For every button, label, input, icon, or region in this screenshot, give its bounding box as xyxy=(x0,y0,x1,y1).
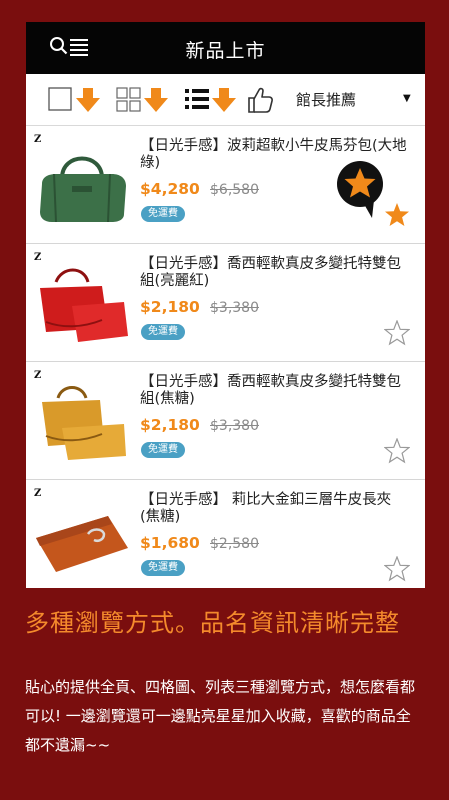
list-item[interactable]: Z 【日光手感】喬西輕軟真皮多變托特雙包組(焦糖) $2,180 $3,380 … xyxy=(26,362,425,480)
page-title: 新品上市 xyxy=(185,40,266,62)
view-toolbar: 館長推薦 ▼ xyxy=(26,74,425,126)
list-view-button[interactable] xyxy=(184,86,240,114)
product-price: $1,680 xyxy=(140,534,200,552)
app-screen: 新品上市 館長推薦 ▼ Z 【日光手感】波莉超軟小牛皮馬芬包(大地綠) $4,2… xyxy=(26,22,425,588)
single-view-icon xyxy=(48,87,72,111)
app-header: 新品上市 xyxy=(26,22,425,74)
promo-panel: 多種瀏覽方式。品名資訊清晰完整 貼心的提供全頁、四格圖、列表三種瀏覽方式，想怎麼… xyxy=(0,588,449,800)
product-name[interactable]: 【日光手感】喬西輕軟真皮多變托特雙包組(亮麗紅) xyxy=(140,256,408,290)
star-icon xyxy=(384,320,410,346)
star-icon xyxy=(384,438,410,464)
chevron-down-icon[interactable]: ▼ xyxy=(403,93,411,104)
grid-view-button[interactable] xyxy=(116,86,172,114)
list-item[interactable]: Z 【日光手感】 莉比大金釦三層牛皮長夾(焦糖) $1,680 $2,580 免… xyxy=(26,480,425,588)
grid-view-icon xyxy=(116,87,141,112)
star-icon xyxy=(385,203,409,226)
free-shipping-badge: 免運費 xyxy=(141,442,185,458)
list-item[interactable]: Z 【日光手感】喬西輕軟真皮多變托特雙包組(亮麗紅) $2,180 $3,380… xyxy=(26,244,425,362)
list-item[interactable]: Z 【日光手感】波莉超軟小牛皮馬芬包(大地綠) $4,280 $6,580 免運… xyxy=(26,126,425,244)
product-price: $2,180 xyxy=(140,416,200,434)
list-view-icon xyxy=(185,89,209,109)
favorite-star-button[interactable] xyxy=(384,438,410,464)
product-image[interactable] xyxy=(32,144,132,228)
product-list: Z 【日光手感】波莉超軟小牛皮馬芬包(大地綠) $4,280 $6,580 免運… xyxy=(26,126,425,588)
free-shipping-badge: 免運費 xyxy=(141,560,185,576)
product-image[interactable] xyxy=(32,380,132,464)
product-image[interactable] xyxy=(32,498,132,582)
product-price: $2,180 xyxy=(140,298,200,316)
star-icon xyxy=(384,556,410,582)
thumbs-up-icon[interactable] xyxy=(246,86,274,114)
product-image[interactable] xyxy=(32,262,132,346)
product-name[interactable]: 【日光手感】喬西輕軟真皮多變托特雙包組(焦糖) xyxy=(140,374,408,408)
favorite-hint-bubble xyxy=(337,161,383,218)
product-price: $4,280 xyxy=(140,180,200,198)
original-price: $3,380 xyxy=(210,418,259,434)
original-price: $6,580 xyxy=(210,182,259,198)
original-price: $2,580 xyxy=(210,536,259,552)
single-view-button[interactable] xyxy=(48,86,104,114)
original-price: $3,380 xyxy=(210,300,259,316)
promo-headline: 多種瀏覽方式。品名資訊清晰完整 xyxy=(25,609,400,637)
favorite-star-button[interactable] xyxy=(384,202,410,228)
down-arrow-icon xyxy=(144,88,168,112)
favorite-star-button[interactable] xyxy=(384,320,410,346)
sort-select[interactable]: 館長推薦 xyxy=(296,89,356,110)
down-arrow-icon xyxy=(76,88,100,112)
promo-description: 貼心的提供全頁、四格圖、列表三種瀏覽方式，想怎麼看都可以! 一邊瀏覽還可一邊點亮… xyxy=(25,678,416,754)
favorite-star-button[interactable] xyxy=(384,556,410,582)
free-shipping-badge: 免運費 xyxy=(141,324,185,340)
down-arrow-icon xyxy=(212,88,236,112)
product-name[interactable]: 【日光手感】 莉比大金釦三層牛皮長夾(焦糖) xyxy=(140,492,408,526)
free-shipping-badge: 免運費 xyxy=(141,206,185,222)
